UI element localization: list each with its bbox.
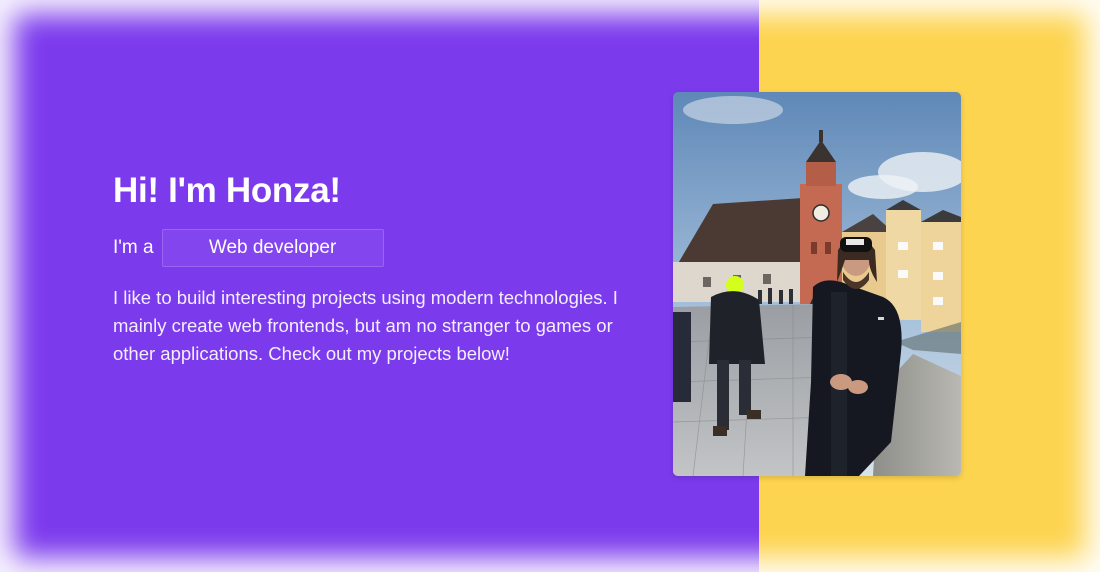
intro-paragraph: I like to build interesting projects usi… xyxy=(113,287,618,364)
role-text: Web developer xyxy=(208,237,337,258)
profile-photo xyxy=(673,92,961,476)
profile-photo-image xyxy=(673,92,961,476)
role-prefix: I'm a xyxy=(113,237,154,258)
hero-section: Hi! I'm Honza! I'm a Web developer I lik… xyxy=(113,168,653,368)
page: Hi! I'm Honza! I'm a Web developer I lik… xyxy=(0,0,1100,572)
hero-title: Hi! I'm Honza! xyxy=(113,171,341,210)
role-line: I'm a Web developer xyxy=(113,228,653,268)
role-typewriter-box: Web developer xyxy=(161,229,384,267)
